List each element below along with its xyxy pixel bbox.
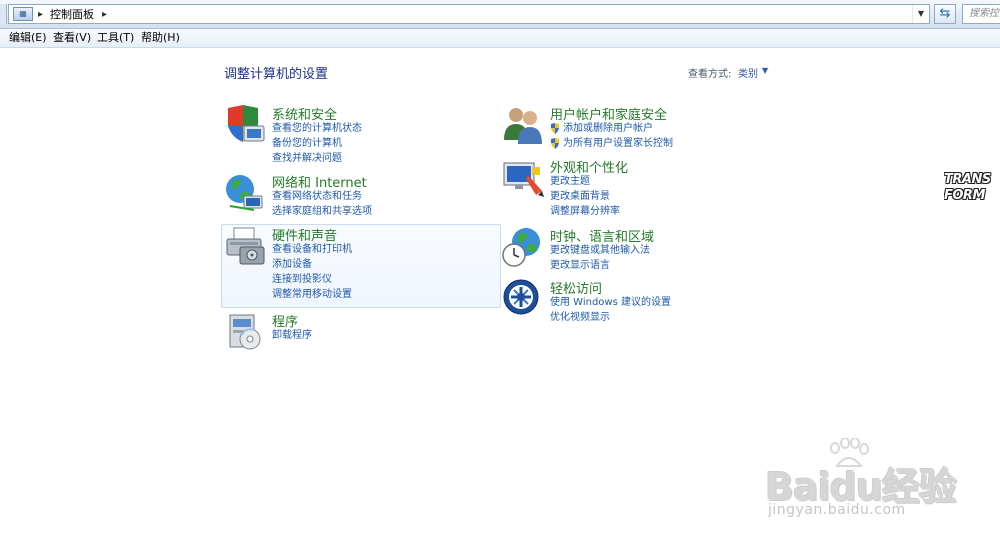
users-icon (504, 108, 542, 144)
link-parental-controls[interactable]: 为所有用户设置家长控制 (563, 136, 673, 151)
category-links: 查看网络状态和任务 选择家庭组和共享选项 (272, 189, 372, 219)
link-connect-projector[interactable]: 连接到投影仪 (272, 272, 352, 287)
menu-edit[interactable]: 编辑(E) (9, 30, 47, 46)
programs-icon (229, 314, 261, 350)
category-links: 查看设备和打印机 添加设备 连接到投影仪 调整常用移动设置 (272, 242, 352, 302)
page-title: 调整计算机的设置 (224, 67, 329, 82)
category-links: 使用 Windows 建议的设置 优化视频显示 (550, 295, 671, 325)
link-change-input-methods[interactable]: 更改键盘或其他输入法 (550, 243, 650, 258)
transformers-logo: TRANS FORM (944, 172, 991, 203)
refresh-button[interactable]: ⇆ (934, 4, 956, 24)
category-links: 添加或删除用户帐户 为所有用户设置家长控制 (550, 121, 673, 151)
address-dropdown-icon[interactable]: ▼ (912, 5, 929, 23)
breadcrumb-control-panel[interactable]: 控制面板 (50, 6, 94, 24)
search-input[interactable]: 搜索控 (962, 4, 1000, 24)
printer-icon (226, 227, 265, 265)
link-add-remove-accounts[interactable]: 添加或删除用户帐户 (563, 121, 653, 136)
link-backup-computer[interactable]: 备份您的计算机 (272, 136, 362, 151)
link-devices-printers[interactable]: 查看设备和打印机 (272, 242, 352, 257)
link-row[interactable]: 添加或删除用户帐户 (550, 121, 673, 136)
link-homegroup-sharing[interactable]: 选择家庭组和共享选项 (272, 204, 372, 219)
link-mobility-settings[interactable]: 调整常用移动设置 (272, 287, 352, 302)
link-optimize-video[interactable]: 优化视频显示 (550, 310, 671, 325)
menu-tools[interactable]: 工具(T) (97, 30, 134, 46)
appearance-icon (503, 162, 544, 197)
category-links: 更改主题 更改桌面背景 调整屏幕分辨率 (550, 174, 620, 219)
address-bar: ▦ ▸ 控制面板 ▸ ▼ ⇆ 搜索控 (0, 0, 1000, 29)
link-add-device[interactable]: 添加设备 (272, 257, 352, 272)
baidu-url: jingyan.baidu.com (768, 502, 906, 518)
back-button-edge[interactable] (0, 4, 7, 24)
link-screen-resolution[interactable]: 调整屏幕分辨率 (550, 204, 620, 219)
uac-shield-icon (551, 138, 559, 149)
link-change-theme[interactable]: 更改主题 (550, 174, 620, 189)
breadcrumb-arrow-icon[interactable]: ▸ (38, 6, 43, 24)
link-uninstall-program[interactable]: 卸载程序 (272, 328, 312, 343)
menu-view[interactable]: 查看(V) (53, 30, 91, 46)
link-find-fix-problems[interactable]: 查找并解决问题 (272, 151, 362, 166)
link-windows-suggested-settings[interactable]: 使用 Windows 建议的设置 (550, 295, 671, 310)
category-links: 卸载程序 (272, 328, 312, 343)
view-by-label: 查看方式: (688, 69, 732, 80)
menu-bar: 编辑(E) 查看(V) 工具(T) 帮助(H) (0, 29, 1000, 48)
baidu-watermark: Baidu经验 (765, 438, 995, 509)
menu-help[interactable]: 帮助(H) (141, 30, 180, 46)
link-change-background[interactable]: 更改桌面背景 (550, 189, 620, 204)
control-panel-icon: ▦ (13, 7, 33, 21)
link-change-display-language[interactable]: 更改显示语言 (550, 258, 650, 273)
category-links: 查看您的计算机状态 备份您的计算机 查找并解决问题 (272, 121, 362, 166)
link-view-computer-status[interactable]: 查看您的计算机状态 (272, 121, 362, 136)
link-view-network-status[interactable]: 查看网络状态和任务 (272, 189, 372, 204)
breadcrumb-arrow-icon[interactable]: ▸ (102, 6, 107, 24)
shield-icon (228, 105, 265, 142)
globe-network-icon (226, 175, 263, 211)
uac-shield-icon (551, 123, 559, 134)
category-links: 更改键盘或其他输入法 更改显示语言 (550, 243, 650, 273)
ease-of-access-icon (503, 279, 539, 315)
address-input[interactable]: ▦ ▸ 控制面板 ▸ ▼ (8, 4, 930, 24)
link-row[interactable]: 为所有用户设置家长控制 (550, 136, 673, 151)
clock-globe-icon (502, 228, 540, 267)
refresh-icon: ⇆ (939, 6, 951, 21)
view-by-dropdown[interactable]: 类别 (738, 65, 758, 80)
dropdown-caret-icon[interactable]: ▼ (762, 66, 768, 75)
